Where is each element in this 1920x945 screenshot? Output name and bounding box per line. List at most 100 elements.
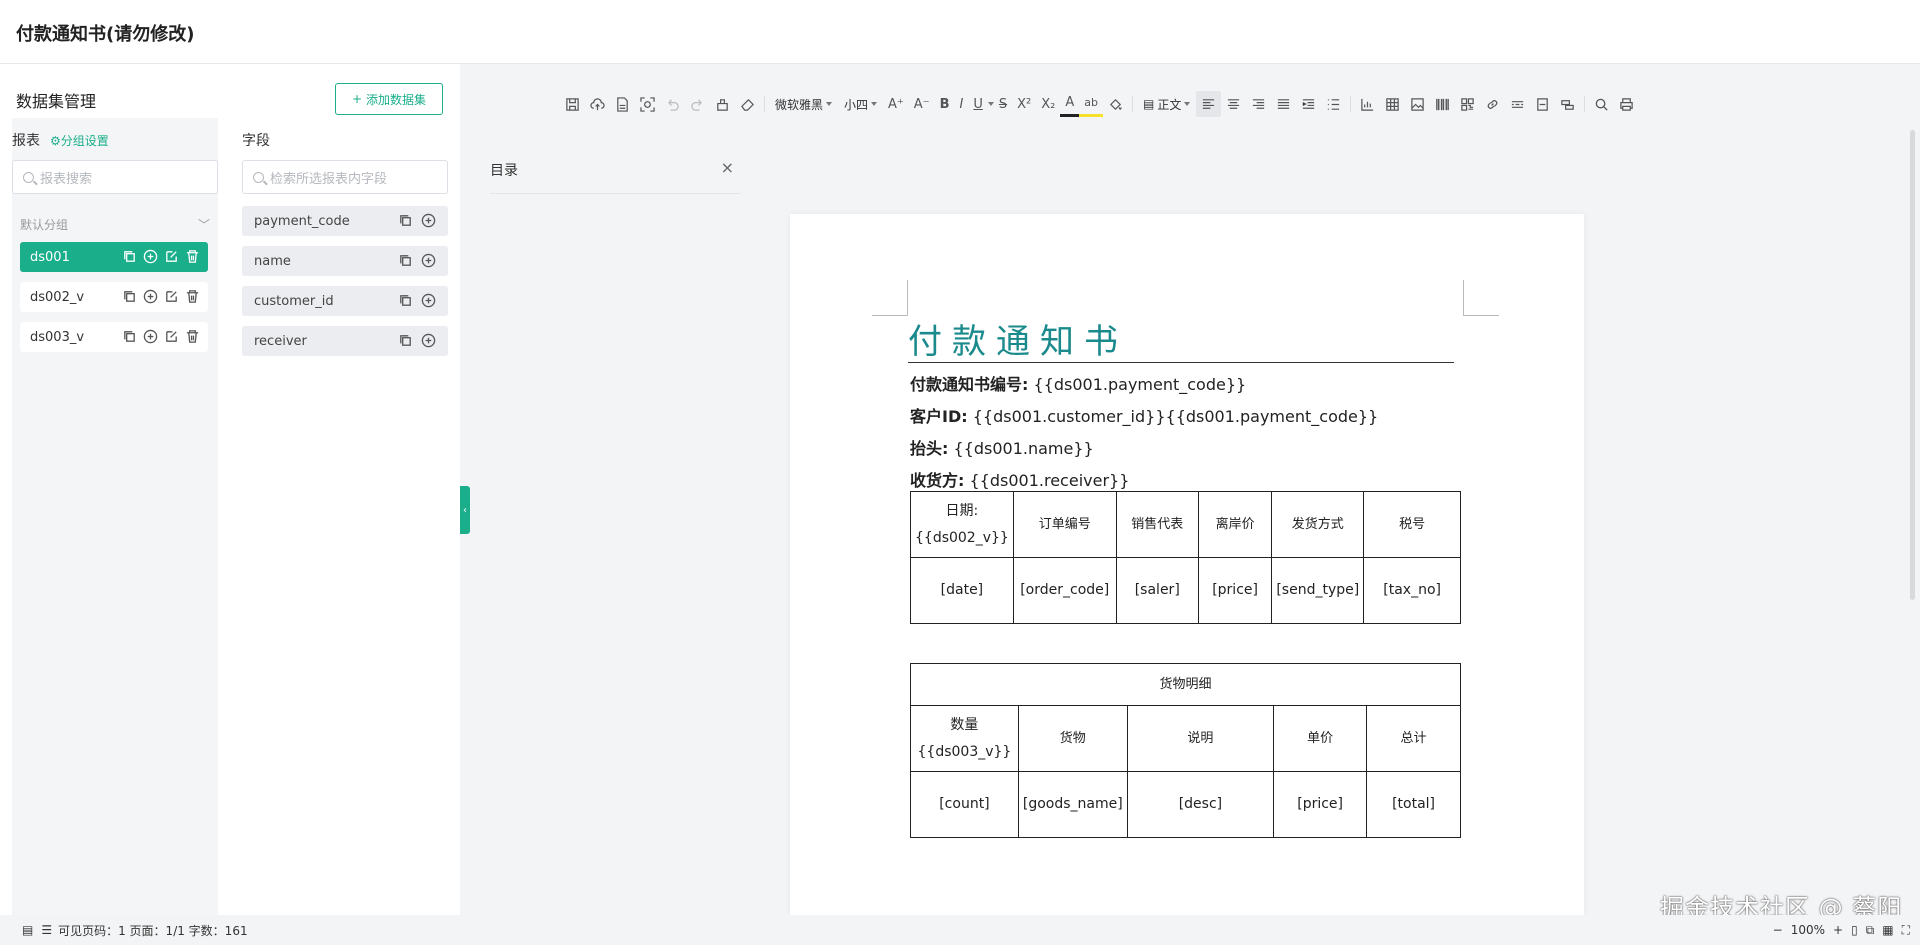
add-circle-icon[interactable] (421, 293, 436, 308)
justify-icon[interactable] (1271, 91, 1296, 117)
insert-chart-icon[interactable] (1355, 91, 1380, 117)
multi-page-icon[interactable]: ⧉ (1866, 923, 1875, 938)
qrcode-icon[interactable] (1455, 91, 1480, 117)
table-cell[interactable]: [tax_no] (1363, 557, 1461, 624)
zoom-in-icon[interactable]: + (1833, 923, 1843, 937)
font-family-select[interactable]: 微软雅黑 (769, 96, 838, 113)
page-list-icon[interactable]: ☰ (41, 923, 52, 937)
copy-icon[interactable] (122, 289, 137, 304)
export-pdf-icon[interactable] (610, 91, 635, 117)
search-icon[interactable] (1589, 91, 1614, 117)
control-icon[interactable] (1555, 91, 1580, 117)
catalog-icon[interactable]: ▤ (22, 923, 33, 937)
add-circle-icon[interactable] (421, 253, 436, 268)
table-cell[interactable]: 数量{{ds003_v}} (910, 705, 1019, 772)
copy-icon[interactable] (122, 329, 137, 344)
copy-icon[interactable] (398, 213, 413, 228)
table-view-icon[interactable]: ▦ (1882, 923, 1893, 937)
table-cell[interactable]: 发货方式 (1271, 491, 1365, 558)
align-center-icon[interactable] (1221, 91, 1246, 117)
paragraph-style-select[interactable]: ▤ 正文 (1137, 96, 1196, 113)
format-painter-icon[interactable] (710, 91, 735, 117)
list-icon[interactable] (1321, 91, 1346, 117)
order-info-table[interactable]: 日期:{{ds002_v}} 订单编号 销售代表 离岸价 发货方式 税号 [da… (910, 491, 1461, 624)
page-break-icon[interactable] (1530, 91, 1555, 117)
delete-icon[interactable] (185, 289, 200, 304)
scrollbar[interactable] (1910, 130, 1915, 600)
font-size-increase-icon[interactable]: A⁺ (883, 91, 909, 117)
eraser-icon[interactable] (735, 91, 760, 117)
default-group-header[interactable]: 默认分组 ﹀ (20, 216, 210, 233)
insert-table-icon[interactable] (1380, 91, 1405, 117)
font-color-icon[interactable]: A (1060, 91, 1080, 117)
edit-icon[interactable] (164, 329, 179, 344)
add-circle-icon[interactable] (143, 249, 158, 264)
copy-icon[interactable] (398, 253, 413, 268)
group-settings-link[interactable]: ⚙分组设置 (50, 134, 109, 148)
redo-icon[interactable] (685, 91, 710, 117)
table-cell[interactable]: 销售代表 (1115, 491, 1199, 558)
add-circle-icon[interactable] (143, 289, 158, 304)
add-circle-icon[interactable] (421, 333, 436, 348)
font-size-select[interactable]: 小四 (838, 96, 883, 113)
table-cell[interactable]: 订单编号 (1012, 491, 1117, 558)
bold-icon[interactable]: B (935, 91, 955, 117)
indent-icon[interactable] (1296, 91, 1321, 117)
copy-icon[interactable] (398, 293, 413, 308)
copy-icon[interactable] (398, 333, 413, 348)
fill-color-icon[interactable] (1103, 91, 1128, 117)
table-cell[interactable]: [goods_name] (1017, 771, 1128, 838)
goods-detail-table[interactable]: 货物明细 数量{{ds003_v}} 货物 说明 单价 总计 [count] [… (910, 663, 1461, 838)
field-item[interactable]: name (242, 246, 448, 276)
table-cell[interactable]: [saler] (1115, 557, 1199, 624)
table-cell[interactable]: 离岸价 (1197, 491, 1273, 558)
field-search-input[interactable]: 检索所选报表内字段 (242, 160, 448, 194)
table-cell[interactable]: [date] (910, 557, 1014, 624)
close-icon[interactable]: × (721, 158, 734, 177)
table-cell[interactable]: 单价 (1273, 705, 1368, 772)
dataset-item[interactable]: ds002_v (20, 282, 208, 312)
field-item[interactable]: customer_id (242, 286, 448, 316)
subscript-icon[interactable]: X₂ (1036, 91, 1060, 117)
document-page[interactable]: 付款通知书 付款通知书编号: {{ds001.payment_code}} 客户… (790, 214, 1584, 915)
table-cell[interactable]: 说明 (1126, 705, 1275, 772)
table-cell[interactable]: 日期:{{ds002_v}} (910, 491, 1014, 558)
font-size-decrease-icon[interactable]: A⁻ (909, 91, 935, 117)
table-cell[interactable]: 货物 (1017, 705, 1128, 772)
add-circle-icon[interactable] (421, 213, 436, 228)
dataset-item[interactable]: ds001 (20, 242, 208, 272)
edit-icon[interactable] (164, 289, 179, 304)
superscript-icon[interactable]: X² (1012, 91, 1036, 117)
table-cell[interactable]: 税号 (1363, 491, 1461, 558)
report-search-input[interactable]: 报表搜索 (12, 160, 218, 194)
table-cell[interactable]: [price] (1273, 771, 1368, 838)
fullscreen-icon[interactable]: ⛶ (1902, 923, 1910, 938)
table-cell[interactable]: 总计 (1366, 705, 1461, 772)
table-caption[interactable]: 货物明细 (910, 663, 1461, 706)
field-item[interactable]: payment_code (242, 206, 448, 236)
insert-image-icon[interactable] (1405, 91, 1430, 117)
barcode-icon[interactable] (1430, 91, 1455, 117)
table-cell[interactable]: [send_type] (1271, 557, 1365, 624)
table-cell[interactable]: [price] (1197, 557, 1273, 624)
italic-icon[interactable]: I (954, 91, 968, 117)
collapse-panel-button[interactable]: ‹ (460, 486, 470, 534)
underline-icon[interactable]: U (968, 91, 988, 117)
align-right-icon[interactable] (1246, 91, 1271, 117)
highlight-icon[interactable]: ab (1079, 91, 1103, 117)
table-cell[interactable]: [total] (1366, 771, 1461, 838)
strikethrough-icon[interactable]: S (994, 91, 1012, 117)
upload-icon[interactable] (585, 91, 610, 117)
table-cell[interactable]: [order_code] (1012, 557, 1117, 624)
align-left-icon[interactable] (1196, 91, 1222, 117)
add-circle-icon[interactable] (143, 329, 158, 344)
add-dataset-button[interactable]: + 添加数据集 (335, 83, 443, 115)
table-cell[interactable]: [desc] (1126, 771, 1275, 838)
delete-icon[interactable] (185, 249, 200, 264)
print-icon[interactable] (1614, 91, 1639, 117)
edit-icon[interactable] (164, 249, 179, 264)
undo-icon[interactable] (660, 91, 685, 117)
link-icon[interactable] (1480, 91, 1505, 117)
table-cell[interactable]: [count] (910, 771, 1019, 838)
save-icon[interactable] (560, 91, 585, 117)
